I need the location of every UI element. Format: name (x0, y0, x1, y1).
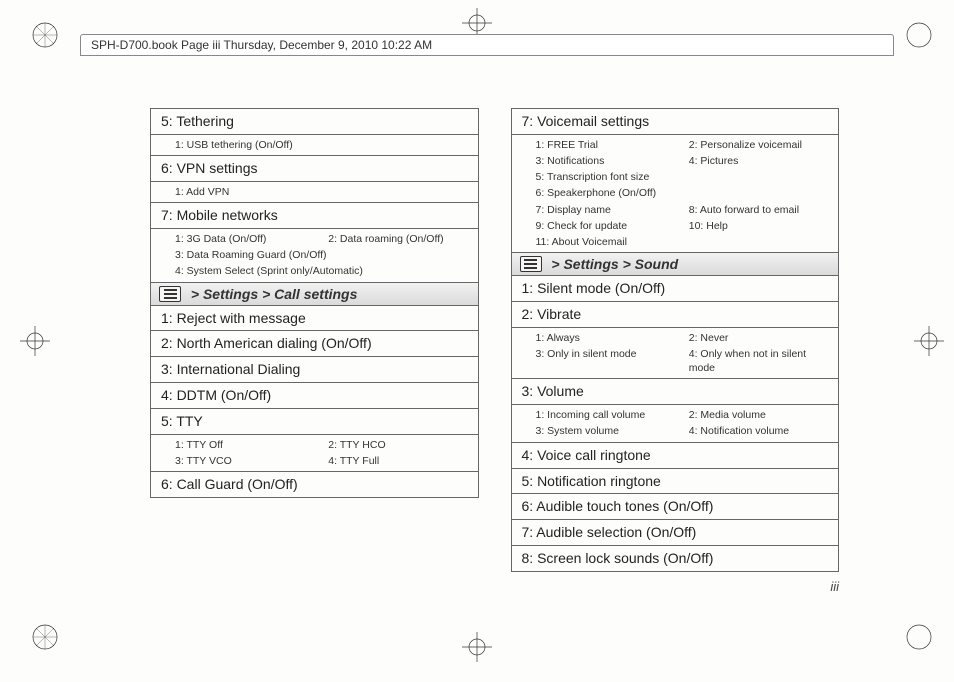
reg-mark-bottom-left-icon (30, 622, 60, 652)
sub-vibrate: 1: Always 2: Never 3: Only in silent mod… (512, 328, 839, 380)
reg-mark-bottom-right-icon (904, 622, 934, 652)
section-sound: > Settings > Sound (512, 253, 839, 276)
reg-mark-top-left-icon (30, 20, 60, 50)
item-ddtm: 4: DDTM (On/Off) (151, 383, 478, 409)
sub-voicemail: 1: FREE Trial 2: Personalize voicemail 3… (512, 135, 839, 253)
section-call-settings: > Settings > Call settings (151, 283, 478, 306)
reg-mark-right-icon (914, 326, 944, 356)
reg-mark-left-icon (20, 326, 50, 356)
item-screen-lock: 8: Screen lock sounds (On/Off) (512, 546, 839, 571)
sub-item: 3: Only in silent mode (536, 347, 679, 375)
item-volume: 3: Volume (512, 379, 839, 405)
sub-item: 9: Check for update (536, 219, 679, 233)
sub-item: 4: System Select (Sprint only/Automatic) (175, 264, 472, 278)
item-reject-msg: 1: Reject with message (151, 306, 478, 332)
reg-mark-top-right-icon (904, 20, 934, 50)
item-voicemail: 7: Voicemail settings (512, 109, 839, 135)
item-touch-tones: 6: Audible touch tones (On/Off) (512, 494, 839, 520)
left-column: 5: Tethering 1: USB tethering (On/Off) 6… (150, 108, 479, 572)
page-number: iii (830, 579, 839, 594)
sub-item: 3: System volume (536, 424, 679, 438)
sub-mobile-networks: 1: 3G Data (On/Off) 2: Data roaming (On/… (151, 229, 478, 283)
header-text: SPH-D700.book Page iii Thursday, Decembe… (91, 38, 432, 52)
sub-item: 1: Always (536, 331, 679, 345)
sub-item: 1: TTY Off (175, 438, 318, 452)
item-tethering: 5: Tethering (151, 109, 478, 135)
section-label: > Settings > Sound (548, 256, 679, 272)
sub-item: 7: Display name (536, 203, 679, 217)
menu-icon (159, 286, 181, 302)
content-area: 5: Tethering 1: USB tethering (On/Off) 6… (150, 108, 839, 572)
sub-vpn: 1: Add VPN (151, 182, 478, 203)
sub-item: 4: Only when not in silent mode (689, 347, 832, 375)
sub-item: 8: Auto forward to email (689, 203, 832, 217)
item-call-guard: 6: Call Guard (On/Off) (151, 472, 478, 497)
reg-mark-bottom-center-icon (462, 632, 492, 662)
item-silent: 1: Silent mode (On/Off) (512, 276, 839, 302)
right-column: 7: Voicemail settings 1: FREE Trial 2: P… (511, 108, 840, 572)
menu-icon (520, 256, 542, 272)
item-na-dialing: 2: North American dialing (On/Off) (151, 331, 478, 357)
sub-item: 3: Data Roaming Guard (On/Off) (175, 248, 472, 262)
sub-item: 4: Pictures (689, 154, 832, 168)
sub-item: 2: Data roaming (On/Off) (328, 232, 471, 246)
section-label: > Settings > Call settings (187, 286, 357, 302)
item-vpn: 6: VPN settings (151, 156, 478, 182)
page-header: SPH-D700.book Page iii Thursday, Decembe… (80, 34, 894, 56)
sub-item: 2: Personalize voicemail (689, 138, 832, 152)
right-table: 7: Voicemail settings 1: FREE Trial 2: P… (511, 108, 840, 572)
sub-volume: 1: Incoming call volume 2: Media volume … (512, 405, 839, 442)
sub-item: 1: FREE Trial (536, 138, 679, 152)
sub-item: 2: Media volume (689, 408, 832, 422)
item-vibrate: 2: Vibrate (512, 302, 839, 328)
item-tty: 5: TTY (151, 409, 478, 435)
left-table: 5: Tethering 1: USB tethering (On/Off) 6… (150, 108, 479, 498)
sub-item: 4: Notification volume (689, 424, 832, 438)
sub-item: 6: Speakerphone (On/Off) (536, 186, 833, 200)
sub-item: 4: TTY Full (328, 454, 471, 468)
sub-item: 3: TTY VCO (175, 454, 318, 468)
item-voice-ringtone: 4: Voice call ringtone (512, 443, 839, 469)
item-audible-sel: 7: Audible selection (On/Off) (512, 520, 839, 546)
sub-item: 11: About Voicemail (536, 235, 833, 249)
sub-item: 2: Never (689, 331, 832, 345)
sub-item: 2: TTY HCO (328, 438, 471, 452)
sub-item: 5: Transcription font size (536, 170, 833, 184)
sub-tty: 1: TTY Off 2: TTY HCO 3: TTY VCO 4: TTY … (151, 435, 478, 472)
item-intl-dialing: 3: International Dialing (151, 357, 478, 383)
sub-item: 3: Notifications (536, 154, 679, 168)
item-mobile-networks: 7: Mobile networks (151, 203, 478, 229)
sub-item: 10: Help (689, 219, 832, 233)
sub-item: 1: 3G Data (On/Off) (175, 232, 318, 246)
item-notif-ringtone: 5: Notification ringtone (512, 469, 839, 495)
sub-item: 1: USB tethering (On/Off) (175, 138, 472, 152)
sub-tethering: 1: USB tethering (On/Off) (151, 135, 478, 156)
sub-item: 1: Incoming call volume (536, 408, 679, 422)
sub-item: 1: Add VPN (175, 185, 472, 199)
